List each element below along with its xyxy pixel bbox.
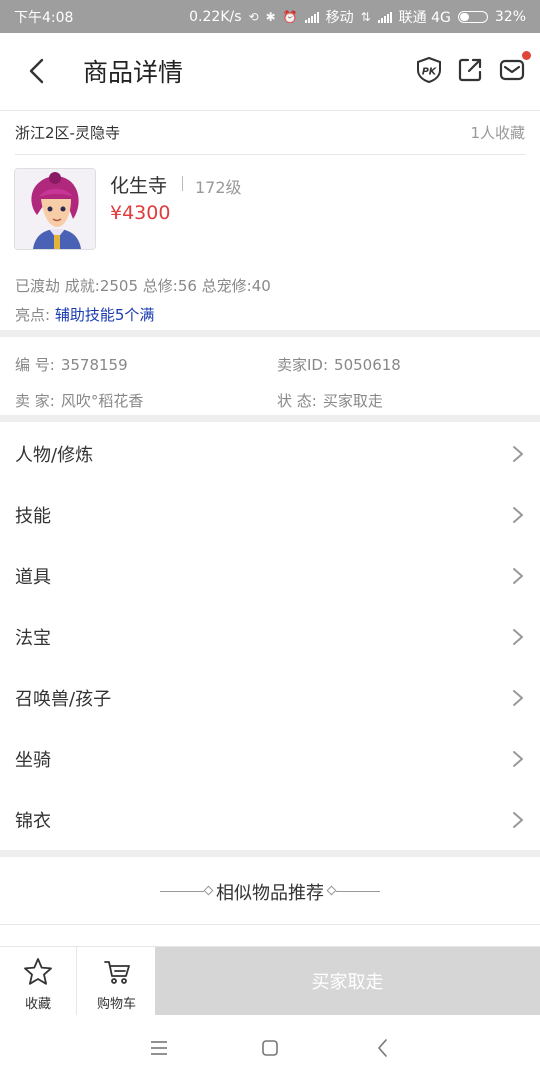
section-gap	[0, 850, 540, 857]
signal-icon-2	[377, 11, 392, 23]
menu-item-treasures[interactable]: 法宝	[0, 606, 540, 667]
pk-compare-button[interactable]: PK	[415, 56, 443, 84]
chevron-right-icon	[513, 811, 523, 828]
message-button[interactable]	[498, 51, 531, 84]
item-id-value: 3578159	[60, 356, 128, 374]
menu-icon[interactable]	[148, 1037, 170, 1059]
favorite-label: 收藏	[24, 997, 51, 1012]
menu-item-label: 人物/修炼	[15, 444, 94, 466]
back-button[interactable]	[22, 55, 54, 87]
divider	[182, 176, 183, 191]
character-avatar	[14, 168, 96, 250]
seller-id-cell: 卖家ID: 5050618	[277, 354, 401, 375]
cart-label: 购物车	[96, 997, 136, 1012]
system-nav-bar	[0, 1015, 540, 1080]
status-cell: 状 态: 买家取走	[277, 390, 383, 411]
chevron-left-icon	[29, 58, 44, 84]
sync-icon: ⟲	[248, 9, 259, 24]
price: ¥4300	[110, 202, 171, 224]
menu-item-label: 锦衣	[15, 810, 51, 832]
menu-item-mounts[interactable]: 坐骑	[0, 728, 540, 789]
back-nav-icon[interactable]	[372, 1037, 394, 1059]
star-icon	[24, 958, 52, 985]
app-header: 商品详情 PK	[0, 33, 540, 111]
pk-shield-icon: PK	[417, 56, 441, 84]
chevron-right-icon	[513, 506, 523, 523]
menu-item-outfits[interactable]: 锦衣	[0, 789, 540, 850]
mail-icon	[499, 59, 525, 81]
item-id-label: 编 号:	[15, 356, 55, 374]
similar-items-section: 相似物品推荐	[0, 857, 540, 925]
menu-item-label: 召唤兽/孩子	[15, 688, 112, 710]
highlight-line: 亮点: 辅助技能5个满	[15, 304, 154, 325]
server-name: 浙江2区-灵隐寺	[15, 124, 120, 142]
divider	[15, 154, 525, 155]
menu-item-label: 技能	[15, 505, 51, 527]
data-arrows-icon: ⇅	[360, 9, 371, 24]
network-speed: 0.22K/s	[189, 8, 242, 25]
favorite-button[interactable]: 收藏	[0, 947, 77, 1015]
cart-button[interactable]: 购物车	[78, 947, 155, 1015]
favorite-count: 1人收藏	[470, 124, 525, 142]
chevron-right-icon	[513, 750, 523, 767]
menu-item-label: 道具	[15, 566, 51, 588]
section-gap	[0, 415, 540, 422]
seller-id-label: 卖家ID:	[277, 356, 329, 374]
seller-id-value: 5050618	[334, 356, 401, 374]
section-gap	[0, 330, 540, 337]
pk-icon-text: PK	[422, 67, 437, 78]
status-time: 下午4:08	[14, 9, 74, 26]
chevron-right-icon	[513, 567, 523, 584]
status-bar: 下午4:08 0.22K/s ⟲ ✱ ⏰ 移动 ⇅ 联通 4G 32%	[0, 0, 540, 33]
menu-item-label: 法宝	[15, 627, 51, 649]
character-portrait-image	[15, 169, 95, 249]
menu-item-pets[interactable]: 召唤兽/孩子	[0, 667, 540, 728]
seller-value: 风吹°稻花香	[60, 392, 144, 410]
status-right-group: 0.22K/s ⟲ ✱ ⏰ 移动 ⇅ 联通 4G 32%	[189, 7, 526, 27]
carrier-2: 联通 4G	[398, 9, 451, 26]
character-level: 172级	[195, 178, 242, 197]
seller-label: 卖 家:	[15, 392, 55, 410]
share-button[interactable]	[456, 56, 484, 84]
seller-cell: 卖 家: 风吹°稻花香	[15, 390, 143, 411]
chevron-right-icon	[513, 689, 523, 706]
chevron-right-icon	[513, 445, 523, 462]
notification-dot	[522, 51, 531, 60]
home-icon[interactable]	[259, 1037, 281, 1059]
item-id-cell: 编 号: 3578159	[15, 354, 128, 375]
server-row: 浙江2区-灵隐寺 1人收藏	[0, 111, 540, 155]
menu-item-items[interactable]: 道具	[0, 545, 540, 606]
highlight-label: 亮点:	[15, 306, 55, 324]
carrier-1: 移动	[325, 9, 354, 26]
battery-icon	[457, 10, 488, 23]
status-value: 买家取走	[322, 392, 383, 410]
buy-button-disabled[interactable]: 买家取走	[155, 947, 540, 1015]
status-label: 状 态:	[277, 392, 317, 410]
signal-icon	[304, 11, 319, 23]
page-title: 商品详情	[83, 58, 184, 87]
bluetooth-icon: ✱	[265, 9, 276, 24]
menu-item-skills[interactable]: 技能	[0, 484, 540, 545]
menu-item-label: 坐骑	[15, 749, 51, 771]
battery-percent: 32%	[494, 8, 526, 25]
alarm-icon: ⏰	[282, 9, 298, 24]
share-icon	[458, 58, 482, 82]
chevron-right-icon	[513, 628, 523, 645]
menu-item-character[interactable]: 人物/修炼	[0, 423, 540, 484]
highlight-value: 辅助技能5个满	[54, 306, 155, 324]
achievement-summary: 已渡劫 成就:2505 总修:56 总宠修:40	[15, 277, 271, 295]
similar-items-title: 相似物品推荐	[216, 883, 324, 904]
decorative-line	[336, 891, 380, 892]
bottom-action-bar: 收藏 购物车 买家取走	[0, 946, 540, 1015]
character-school: 化生寺	[110, 175, 168, 197]
shopping-cart-icon	[103, 961, 130, 984]
